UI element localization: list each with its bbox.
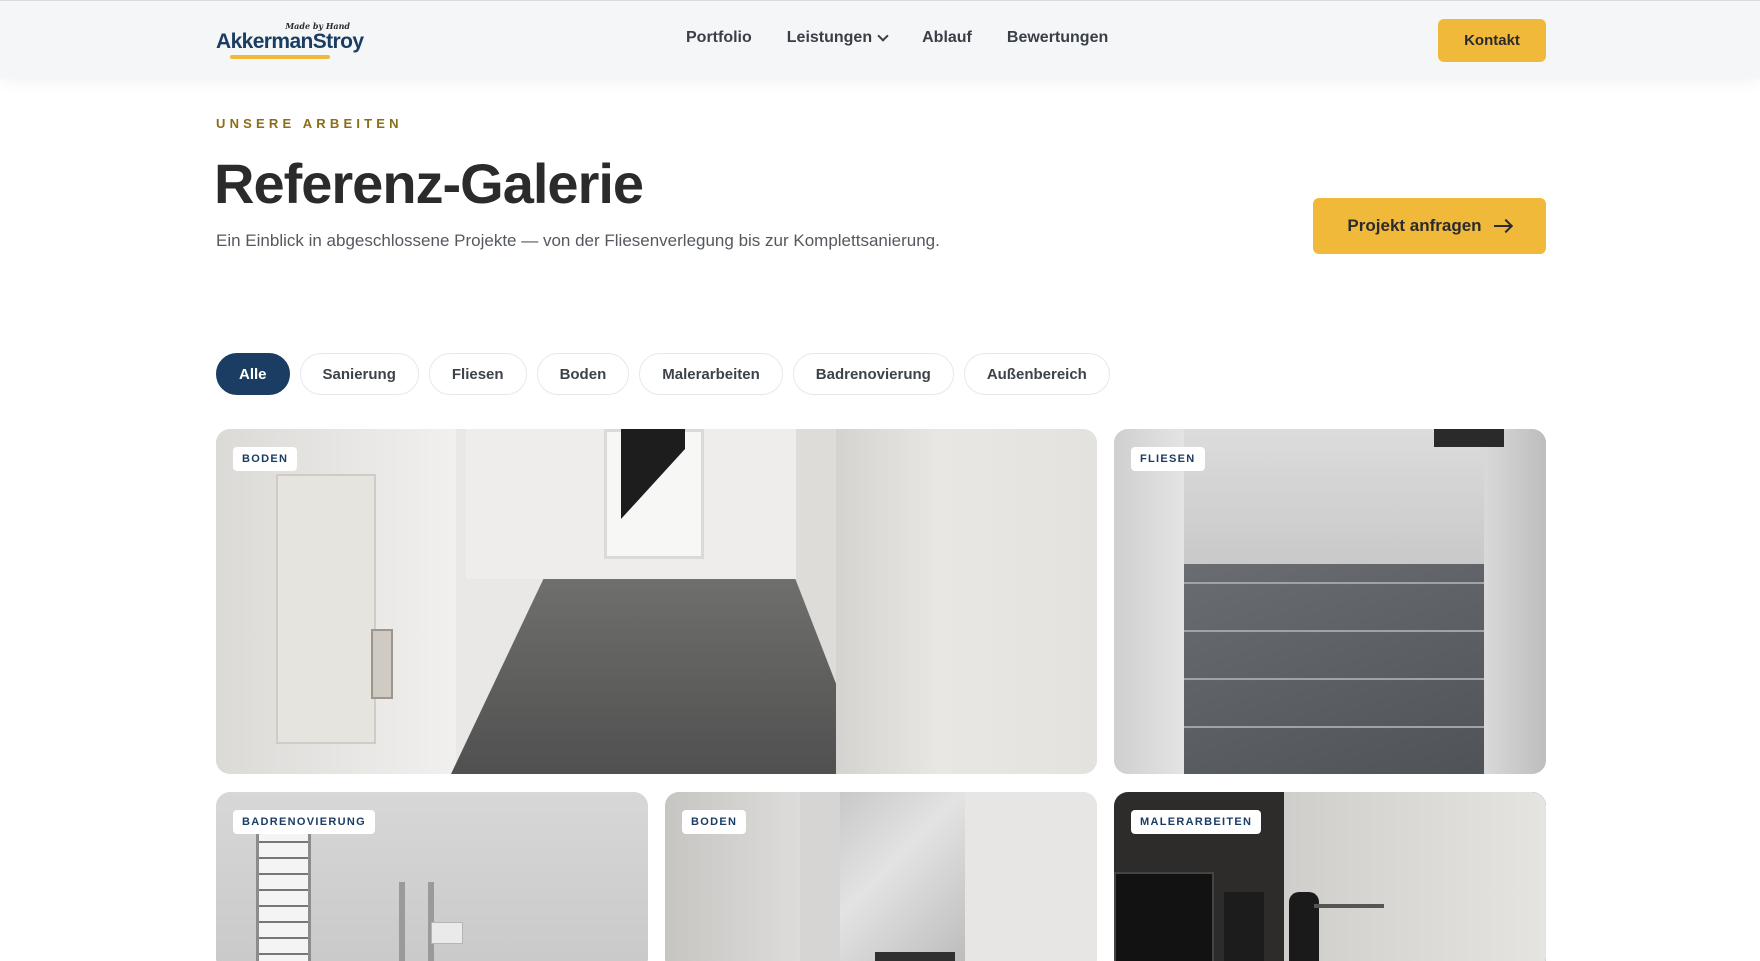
site-header: Made by Hand AkkermanStroy Portfolio Lei… — [0, 0, 1760, 78]
logo[interactable]: Made by Hand AkkermanStroy — [216, 21, 364, 63]
photo-flush-plate — [431, 922, 463, 944]
photo-wall-panel — [276, 474, 376, 744]
photo-marble-wall — [840, 792, 970, 961]
nav-portfolio-label: Portfolio — [686, 29, 752, 46]
logo-underline — [230, 55, 330, 59]
photo-radiator — [1224, 892, 1264, 961]
photo-wall-right — [965, 792, 1097, 961]
photo-painted-wall — [1284, 792, 1546, 961]
category-badge: BADRENOVIERUNG — [233, 810, 375, 834]
photo-jamb-left — [1114, 429, 1184, 774]
nav-bewertungen-label: Bewertungen — [1006, 29, 1109, 46]
filter-alle[interactable]: Alle — [216, 353, 290, 395]
filter-sanierung[interactable]: Sanierung — [299, 353, 419, 395]
nav-ablauf[interactable]: Ablauf — [922, 29, 972, 47]
main-nav: Portfolio Leistungen Ablauf Bewertungen — [686, 29, 1143, 47]
nav-bewertungen[interactable]: Bewertungen — [1007, 29, 1108, 47]
chevron-down-icon — [877, 30, 889, 42]
photo-tile-floor — [1169, 564, 1499, 774]
nav-ablauf-label: Ablauf — [922, 29, 972, 46]
photo-mirror — [1114, 872, 1214, 961]
filter-malerarbeiten[interactable]: Malerarbeiten — [639, 353, 783, 395]
filter-aussenbereich[interactable]: Außenbereich — [963, 353, 1110, 395]
gallery-card-bathroom[interactable]: BADRENOVIERUNG — [216, 792, 648, 961]
nav-portfolio[interactable]: Portfolio — [686, 29, 752, 47]
nav-leistungen[interactable]: Leistungen — [786, 29, 889, 47]
section-eyebrow: UNSERE ARBEITEN — [216, 116, 403, 131]
request-project-label: Projekt anfragen — [1347, 216, 1482, 235]
logo-text: AkkermanStroy — [216, 30, 364, 53]
gallery-card-hallway-floor[interactable]: BODEN — [216, 429, 1097, 774]
photo-jamb-right — [1484, 429, 1546, 774]
gallery-card-painting[interactable]: MALERARBEITEN — [1114, 792, 1546, 961]
photo-pipe — [399, 882, 405, 961]
category-badge: BODEN — [233, 447, 298, 471]
photo-vent — [371, 629, 393, 699]
filter-fliesen[interactable]: Fliesen — [428, 353, 527, 395]
photo-sink — [875, 952, 955, 961]
nav-leistungen-label: Leistungen — [786, 29, 873, 46]
page-title: Referenz-Galerie — [214, 152, 644, 215]
gallery-card-floor-bathroom[interactable]: BODEN — [665, 792, 1097, 961]
filter-badrenovierung[interactable]: Badrenovierung — [792, 353, 954, 395]
category-badge: FLIESEN — [1131, 447, 1205, 471]
photo-window — [1434, 429, 1504, 447]
gallery-card-marble-tiles[interactable]: FLIESEN — [1114, 429, 1546, 774]
category-badge: MALERARBEITEN — [1131, 810, 1262, 834]
arrow-right-icon — [1493, 219, 1512, 233]
page-subtitle: Ein Einblick in abgeschlossene Projekte … — [216, 231, 940, 250]
photo-wall-right — [836, 429, 1097, 774]
photo-coat-hooks — [1314, 904, 1384, 908]
contact-button[interactable]: Kontakt — [1438, 19, 1546, 62]
photo-window — [256, 812, 311, 961]
filter-boden[interactable]: Boden — [536, 353, 630, 395]
photo-coat — [1289, 892, 1319, 961]
request-project-button[interactable]: Projekt anfragen — [1313, 198, 1546, 254]
category-badge: BODEN — [682, 810, 747, 834]
category-filters: Alle Sanierung Fliesen Boden Malerarbeit… — [216, 353, 1110, 395]
